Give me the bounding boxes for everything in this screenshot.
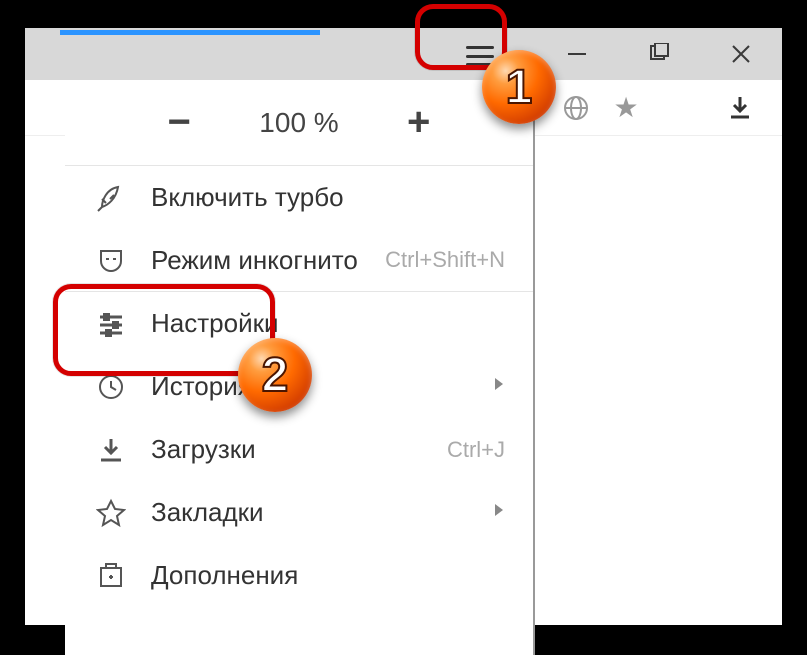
shortcut-label: Ctrl+Shift+N <box>385 247 505 273</box>
download-icon <box>93 432 129 468</box>
menu-item-turbo[interactable]: Включить турбо <box>65 166 533 229</box>
menu-label: Включить турбо <box>151 182 505 213</box>
window-controls <box>536 28 782 80</box>
menu-item-bookmarks[interactable]: Закладки <box>65 481 533 544</box>
zoom-level: 100 % <box>259 107 338 139</box>
downloads-button[interactable] <box>724 92 756 124</box>
shortcut-label: Ctrl+J <box>447 437 505 463</box>
menu-label: Закладки <box>151 497 485 528</box>
globe-icon <box>562 94 590 122</box>
maximize-icon <box>648 43 670 65</box>
menu-label: Загрузки <box>151 434 447 465</box>
menu-item-settings[interactable]: Настройки <box>65 292 533 355</box>
menu-item-addons[interactable]: Дополнения <box>65 544 533 607</box>
site-info-button[interactable] <box>560 92 592 124</box>
menu-label: Режим инкогнито <box>151 245 385 276</box>
maximize-button[interactable] <box>618 28 700 80</box>
annotation-badge-2: 2 <box>238 338 312 412</box>
active-tab-indicator <box>60 30 320 35</box>
menu-label: Настройки <box>151 308 505 339</box>
title-bar <box>25 28 782 80</box>
menu-label: История <box>151 371 485 402</box>
menu-label: Дополнения <box>151 560 505 591</box>
submenu-arrow-icon <box>493 502 505 523</box>
browser-window: ★ − 100 % + Включить турбо Режим инкогни… <box>25 28 782 625</box>
close-icon <box>730 43 752 65</box>
zoom-controls: − 100 % + <box>65 80 533 166</box>
mask-icon <box>93 242 129 278</box>
menu-item-downloads[interactable]: Загрузки Ctrl+J <box>65 418 533 481</box>
star-icon <box>93 495 129 531</box>
minimize-icon <box>566 43 588 65</box>
star-icon: ★ <box>613 91 638 124</box>
history-icon <box>93 369 129 405</box>
zoom-out-button[interactable]: − <box>159 100 199 145</box>
submenu-arrow-icon <box>493 376 505 397</box>
annotation-badge-1: 1 <box>482 50 556 124</box>
close-button[interactable] <box>700 28 782 80</box>
download-icon <box>727 95 753 121</box>
menu-item-incognito[interactable]: Режим инкогнито Ctrl+Shift+N <box>65 229 533 292</box>
addons-icon <box>93 558 129 594</box>
sliders-icon <box>93 306 129 342</box>
rocket-icon <box>93 180 129 216</box>
zoom-in-button[interactable]: + <box>399 100 439 145</box>
bookmark-button[interactable]: ★ <box>610 92 642 124</box>
